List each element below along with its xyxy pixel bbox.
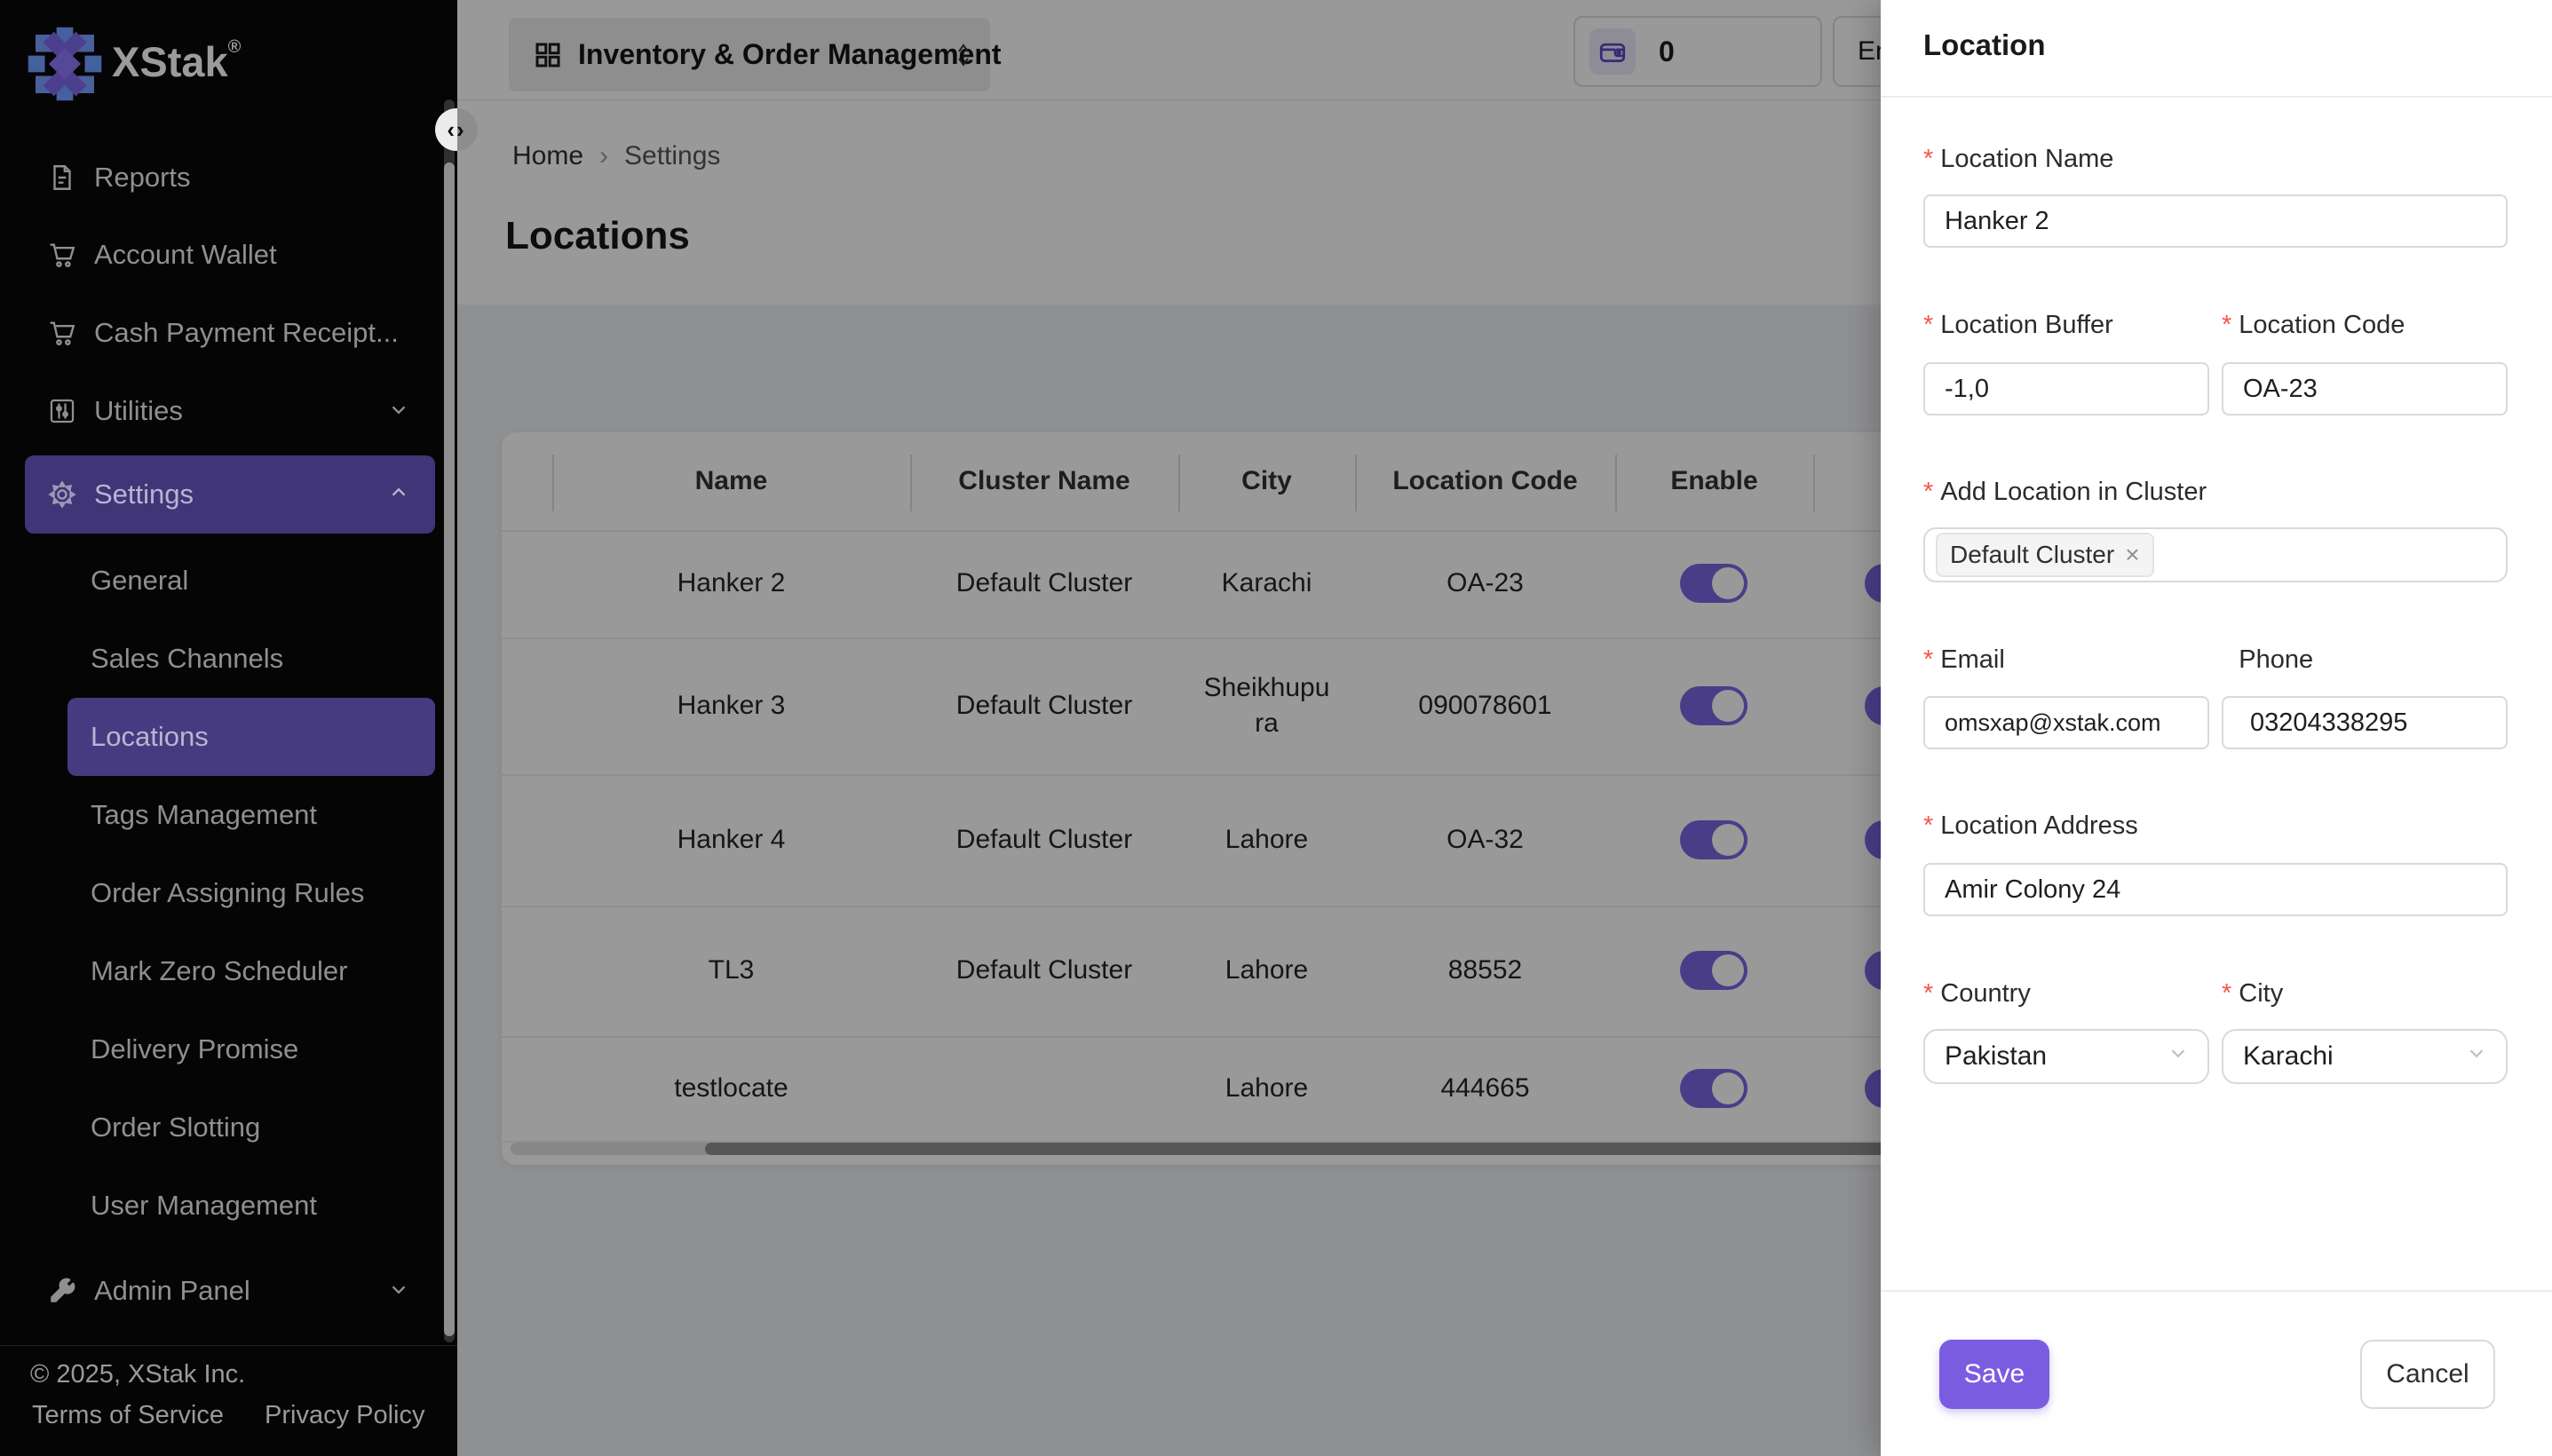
cancel-button[interactable]: Cancel: [2360, 1340, 2495, 1409]
chevron-down-icon: [387, 398, 410, 425]
registered-mark: ®: [228, 37, 242, 57]
email-input[interactable]: [1923, 696, 2209, 749]
privacy-link[interactable]: Privacy Policy: [265, 1401, 425, 1430]
app-screen: XStak® Reports Account Wallet Cash Payme…: [0, 0, 2552, 1456]
sidebar-footer: © 2025, XStak Inc. Terms of Service Priv…: [0, 1345, 457, 1456]
location-name-input[interactable]: [1923, 194, 2508, 248]
location-code-label: *Location Code: [2222, 311, 2405, 340]
required-asterisk: *: [1923, 645, 1933, 674]
city-label: *City: [2222, 979, 2283, 1009]
sidebar-item-sales-channels[interactable]: Sales Channels: [0, 620, 435, 698]
required-asterisk: *: [1923, 311, 1933, 339]
required-asterisk: *: [1923, 145, 1933, 173]
sidebar-scrollbar-thumb[interactable]: [444, 162, 455, 1336]
sidebar-item-settings[interactable]: Settings: [0, 455, 435, 534]
gear-icon: [46, 479, 78, 510]
copyright-text: © 2025, XStak Inc.: [30, 1360, 245, 1389]
terms-link[interactable]: Terms of Service: [32, 1401, 224, 1430]
required-asterisk: *: [1923, 979, 1933, 1008]
sidebar-item-delivery-promise[interactable]: Delivery Promise: [0, 1010, 435, 1088]
email-label: *Email: [1923, 645, 2005, 675]
sliders-icon: [46, 395, 78, 427]
sidebar-item-reports[interactable]: Reports: [0, 138, 435, 217]
chevron-down-icon: [387, 1278, 410, 1305]
required-asterisk: *: [2222, 311, 2231, 339]
sidebar-item-order-slotting[interactable]: Order Slotting: [0, 1088, 435, 1167]
sidebar-item-account-wallet[interactable]: Account Wallet: [0, 216, 435, 294]
address-input[interactable]: [1923, 863, 2508, 916]
cart-icon: [46, 239, 78, 271]
sidebar-item-mark-zero-scheduler[interactable]: Mark Zero Scheduler: [0, 932, 435, 1010]
phone-input[interactable]: [2222, 696, 2508, 749]
country-label: *Country: [1923, 979, 2031, 1009]
required-asterisk: *: [1923, 811, 1933, 840]
chevron-down-icon: [2465, 1041, 2488, 1072]
save-button[interactable]: Save: [1939, 1340, 2049, 1409]
chip-remove-icon[interactable]: ×: [2125, 541, 2139, 569]
sidebar: XStak® Reports Account Wallet Cash Payme…: [0, 0, 457, 1456]
cluster-chip: Default Cluster ×: [1936, 533, 2154, 577]
sidebar-item-general[interactable]: General: [0, 542, 435, 620]
location-name-label: *Location Name: [1923, 145, 2113, 174]
country-select[interactable]: Pakistan: [1923, 1029, 2209, 1084]
sidebar-item-order-assigning-rules[interactable]: Order Assigning Rules: [0, 854, 435, 932]
required-asterisk: *: [2222, 979, 2231, 1008]
sidebar-item-tags-management[interactable]: Tags Management: [0, 776, 435, 854]
cluster-label: *Add Location in Cluster: [1923, 478, 2207, 507]
document-icon: [46, 162, 78, 194]
location-drawer: Location *Location Name *Location Buffer…: [1881, 0, 2552, 1456]
cluster-tag-input[interactable]: Default Cluster ×: [1923, 527, 2508, 582]
sidebar-item-admin-panel[interactable]: Admin Panel: [0, 1252, 435, 1330]
required-asterisk: *: [1923, 478, 1933, 506]
location-buffer-label: *Location Buffer: [1923, 311, 2113, 340]
drawer-title: Location: [1923, 28, 2046, 62]
sidebar-item-utilities[interactable]: Utilities: [0, 372, 435, 450]
sidebar-item-locations[interactable]: Locations: [0, 698, 435, 776]
phone-label: *Phone: [2222, 645, 2313, 675]
location-code-input[interactable]: [2222, 362, 2508, 415]
chevron-down-icon: [2167, 1041, 2190, 1072]
wrench-icon: [46, 1275, 78, 1307]
location-buffer-input[interactable]: [1923, 362, 2209, 415]
cart-icon: [46, 317, 78, 349]
address-label: *Location Address: [1923, 811, 2138, 841]
city-select[interactable]: Karachi: [2222, 1029, 2508, 1084]
sidebar-item-user-management[interactable]: User Management: [0, 1167, 435, 1245]
logo-text: XStak®: [112, 37, 241, 86]
xstak-logo-icon: [25, 23, 105, 105]
chevron-up-icon: [387, 481, 410, 509]
sidebar-item-cash-payment-receipt[interactable]: Cash Payment Receipt...: [0, 294, 435, 372]
